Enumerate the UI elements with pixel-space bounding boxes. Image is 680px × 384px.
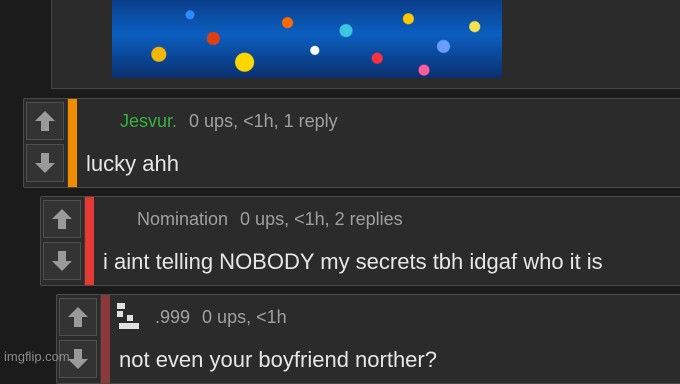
- comment-stats: 0 ups, <1h, 2 replies: [240, 209, 403, 229]
- upvote-button[interactable]: [43, 200, 81, 238]
- thread-bar: [85, 197, 94, 285]
- vote-column: [57, 295, 101, 383]
- vote-column: [41, 197, 85, 285]
- comment: Jesvur. 0 ups, <1h, 1 reply lucky ahh: [23, 98, 680, 188]
- vote-column: [24, 99, 68, 187]
- comment-meta: Jesvur. 0 ups, <1h, 1 reply: [120, 111, 338, 132]
- arrow-up-icon: [35, 111, 55, 131]
- arrow-down-icon: [68, 349, 88, 369]
- comment-username[interactable]: Nomination: [137, 209, 228, 229]
- upvote-button[interactable]: [26, 102, 64, 140]
- comment-text: lucky ahh: [86, 151, 179, 176]
- comment-username[interactable]: Jesvur.: [120, 111, 177, 131]
- watermark: imgflip.com: [4, 349, 70, 364]
- downvote-button[interactable]: [26, 144, 64, 182]
- post-image[interactable]: [112, 0, 502, 78]
- avatar[interactable]: [115, 301, 145, 331]
- comment-username[interactable]: .999: [155, 307, 190, 327]
- comment-stats: 0 ups, <1h, 1 reply: [189, 111, 338, 131]
- comment-text: i aint telling NOBODY my secrets tbh idg…: [103, 249, 603, 274]
- arrow-down-icon: [35, 153, 55, 173]
- arrow-down-icon: [52, 251, 72, 271]
- thread-bar: [101, 295, 110, 383]
- comment: Nomination 0 ups, <1h, 2 replies i aint t…: [40, 196, 680, 286]
- upvote-button[interactable]: [59, 298, 97, 336]
- comment-meta: .999 0 ups, <1h: [155, 307, 287, 328]
- downvote-button[interactable]: [43, 242, 81, 280]
- comment-stats: 0 ups, <1h: [202, 307, 287, 327]
- arrow-up-icon: [68, 307, 88, 327]
- comment: .999 0 ups, <1h not even your boyfriend n…: [56, 294, 680, 384]
- comment-meta: Nomination 0 ups, <1h, 2 replies: [137, 209, 403, 230]
- arrow-up-icon: [52, 209, 72, 229]
- comment-text: not even your boyfriend norther?: [119, 347, 437, 372]
- post-frame: [51, 0, 680, 89]
- thread-bar: [68, 99, 77, 187]
